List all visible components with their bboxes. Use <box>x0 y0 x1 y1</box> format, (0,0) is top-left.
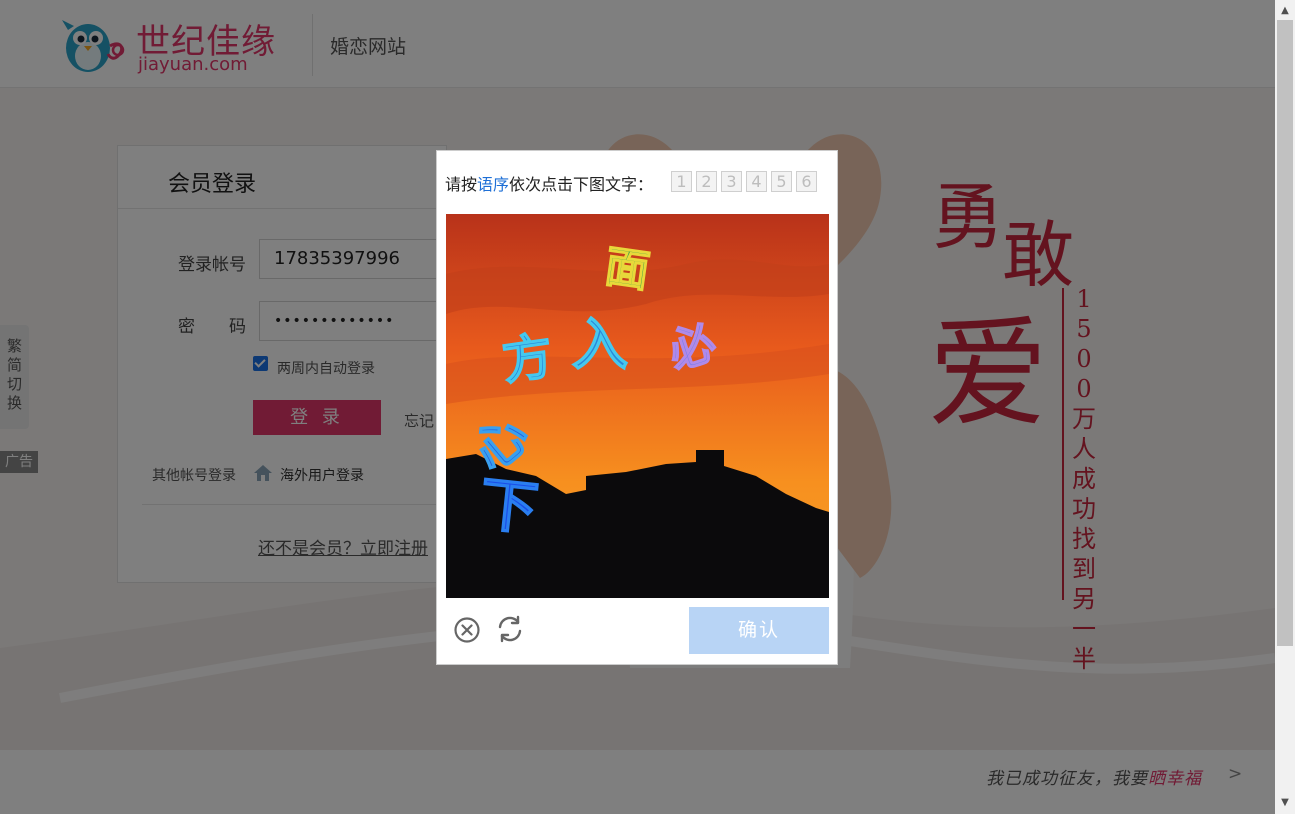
captcha-prompt: 请按语序依次点击下图文字： <box>445 171 653 195</box>
order-slot-6: 6 <box>796 171 817 192</box>
close-circle-icon[interactable] <box>453 616 481 644</box>
order-slot-1: 1 <box>671 171 692 192</box>
captcha-dialog: 请按语序依次点击下图文字： 1 2 3 4 5 6 面 方 入 必 心 下 确认 <box>436 150 838 665</box>
scroll-up-arrow-icon[interactable]: ▲ <box>1275 0 1295 20</box>
order-slot-3: 3 <box>721 171 742 192</box>
captcha-confirm-button[interactable]: 确认 <box>689 607 829 654</box>
page-scrollbar[interactable]: ▲ ▼ <box>1275 0 1295 814</box>
captcha-image[interactable]: 面 方 入 必 心 下 <box>446 214 829 598</box>
captcha-prompt-suffix: 依次点击下图文字： <box>509 175 654 194</box>
order-slot-5: 5 <box>771 171 792 192</box>
order-slot-4: 4 <box>746 171 767 192</box>
captcha-char-2[interactable]: 方 <box>498 326 557 392</box>
captcha-char-6[interactable]: 下 <box>476 469 542 544</box>
scroll-thumb[interactable] <box>1277 20 1293 646</box>
refresh-icon[interactable] <box>496 615 524 643</box>
captcha-prompt-prefix: 请按 <box>445 175 478 194</box>
order-slot-2: 2 <box>696 171 717 192</box>
captcha-char-3[interactable]: 入 <box>571 312 629 379</box>
scroll-down-arrow-icon[interactable]: ▼ <box>1275 794 1295 814</box>
captcha-char-1[interactable]: 面 <box>601 240 653 298</box>
captcha-prompt-highlight: 语序 <box>477 175 510 194</box>
